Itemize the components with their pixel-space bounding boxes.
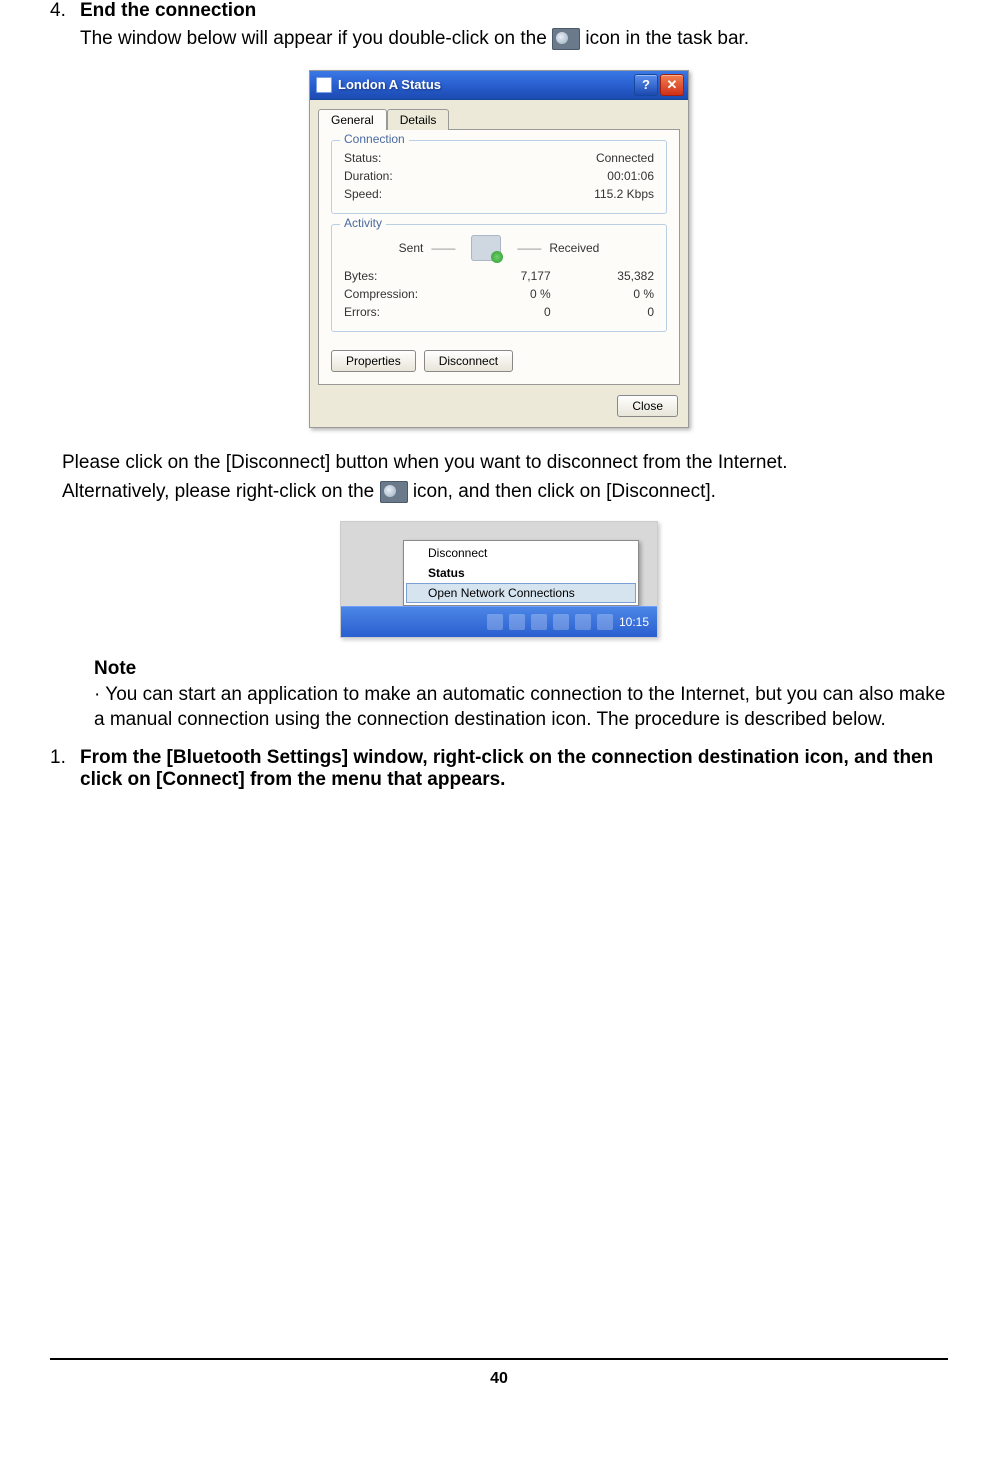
help-button[interactable]: ? [634, 74, 658, 96]
menu-status[interactable]: Status [406, 563, 636, 583]
note-heading: Note [94, 656, 948, 682]
tray-icon[interactable] [487, 614, 503, 630]
activity-received-label: Received [549, 241, 599, 255]
context-menu: Disconnect Status Open Network Connectio… [403, 540, 639, 606]
tray-icon[interactable] [597, 614, 613, 630]
tab-details[interactable]: Details [387, 109, 450, 130]
menu-disconnect[interactable]: Disconnect [406, 543, 636, 563]
note-body: You can start an application to make an … [94, 684, 945, 731]
tray-icon[interactable] [509, 614, 525, 630]
close-button[interactable]: ✕ [660, 74, 684, 96]
errors-sent: 0 [447, 303, 550, 321]
page-number: 40 [0, 1370, 998, 1388]
step-1-text: From the [Bluetooth Settings] window, ri… [80, 747, 948, 791]
close-dialog-button[interactable]: Close [617, 395, 678, 417]
note-text: · You can start an application to make a… [94, 682, 948, 733]
bytes-label: Bytes: [344, 267, 447, 285]
status-value: Connected [596, 151, 654, 165]
tab-general[interactable]: General [318, 109, 387, 130]
alt-instruction: Alternatively, please right-click on the… [50, 479, 948, 505]
network-taskbar-icon [552, 28, 580, 50]
step-4-description: The window below will appear if you doub… [80, 26, 948, 52]
compression-label: Compression: [344, 285, 447, 303]
status-dialog: London A Status ? ✕ General Details Conn… [309, 70, 689, 428]
errors-label: Errors: [344, 303, 447, 321]
context-menu-figure: Disconnect Status Open Network Connectio… [340, 521, 658, 638]
step-4-title: End the connection [80, 0, 256, 22]
connection-group: Connection Status:Connected Duration:00:… [331, 140, 667, 214]
dialog-titlebar[interactable]: London A Status ? ✕ [310, 71, 688, 100]
step-4-text-a: The window below will appear if you doub… [80, 28, 547, 49]
errors-received: 0 [551, 303, 654, 321]
menu-open-network[interactable]: Open Network Connections [406, 583, 636, 603]
footer-rule [50, 1358, 948, 1360]
activity-sent-label: Sent [399, 241, 424, 255]
connection-legend: Connection [340, 132, 409, 146]
disconnect-button[interactable]: Disconnect [424, 350, 513, 372]
compression-received: 0 % [551, 285, 654, 303]
tray-icon[interactable] [531, 614, 547, 630]
taskbar: 10:15 [341, 606, 657, 637]
alt-text-a: Alternatively, please right-click on the [62, 481, 374, 502]
step-1-number: 1. [50, 747, 80, 791]
step-4-number: 4. [50, 0, 80, 22]
compression-sent: 0 % [447, 285, 550, 303]
bytes-sent: 7,177 [447, 267, 550, 285]
tray-icon[interactable] [553, 614, 569, 630]
step-4-text-b: icon in the task bar. [585, 28, 749, 49]
speed-value: 115.2 Kbps [594, 187, 654, 201]
properties-button[interactable]: Properties [331, 350, 416, 372]
taskbar-clock: 10:15 [619, 615, 649, 629]
step-4-heading: 4. End the connection [50, 0, 948, 22]
speed-label: Speed: [344, 187, 382, 201]
activity-legend: Activity [340, 216, 386, 230]
duration-label: Duration: [344, 169, 393, 183]
status-label: Status: [344, 151, 381, 165]
duration-value: 00:01:06 [607, 169, 654, 183]
bytes-received: 35,382 [551, 267, 654, 285]
disconnect-instruction: Please click on the [Disconnect] button … [50, 450, 948, 476]
dialog-title: London A Status [338, 77, 632, 92]
activity-icon [471, 235, 501, 261]
activity-group: Activity Sent —— —— Received Bytes: 7,17… [331, 224, 667, 332]
dialog-sys-icon [316, 77, 332, 93]
alt-text-b: icon, and then click on [Disconnect]. [413, 481, 716, 502]
note-bullet: · [94, 684, 100, 705]
tray-icon[interactable] [575, 614, 591, 630]
step-1-heading: 1. From the [Bluetooth Settings] window,… [50, 747, 948, 791]
network-taskbar-icon-2 [380, 481, 408, 503]
